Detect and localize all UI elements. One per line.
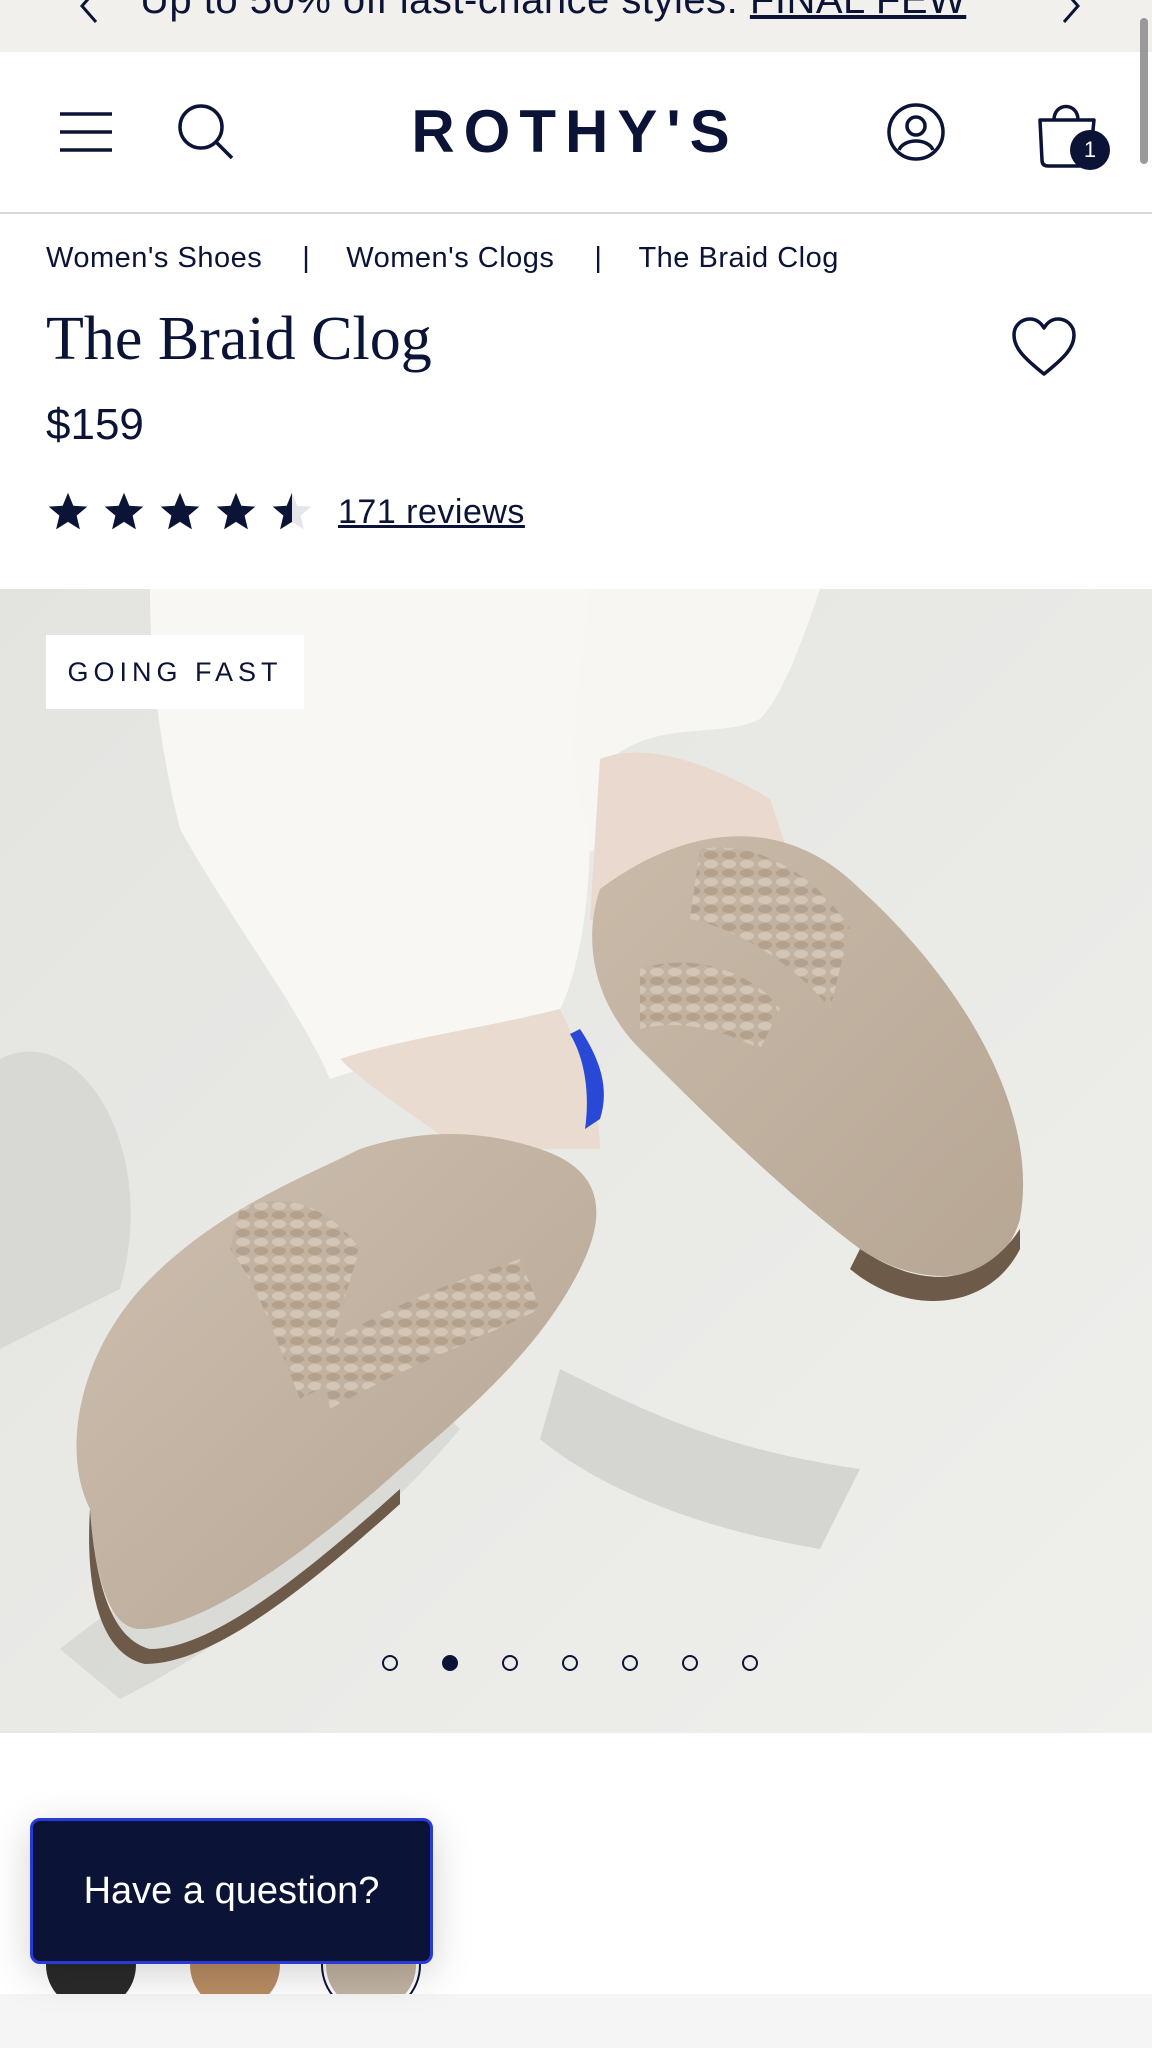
breadcrumb-item-womens-clogs[interactable]: Women's Clogs <box>346 242 554 275</box>
product-image-carousel[interactable]: GOING FAST <box>0 589 1152 1733</box>
star-full-icon <box>216 492 256 530</box>
carousel-dot[interactable] <box>562 1655 578 1671</box>
reviews-link[interactable]: 171 reviews <box>338 493 525 532</box>
hamburger-menu-icon[interactable] <box>56 104 116 160</box>
star-full-icon <box>48 492 88 530</box>
have-a-question-button[interactable]: Have a question? <box>30 1818 433 1964</box>
site-header: ROTHY'S 1 <box>0 52 1152 214</box>
search-icon[interactable] <box>174 100 238 164</box>
star-full-icon <box>104 492 144 530</box>
product-price: $159 <box>46 400 144 449</box>
chevron-left-icon[interactable] <box>70 0 110 26</box>
brand-logo[interactable]: ROTHY'S <box>410 96 740 168</box>
carousel-dot[interactable] <box>622 1655 638 1671</box>
promo-text: Up to 50% off last-chance styles: FINAL … <box>140 0 966 23</box>
carousel-dot-active[interactable] <box>442 1655 458 1671</box>
breadcrumb-item-womens-shoes[interactable]: Women's Shoes <box>46 242 262 275</box>
carousel-dots <box>382 1655 802 1671</box>
scrollbar[interactable] <box>1140 18 1148 164</box>
star-half-icon <box>272 492 312 530</box>
carousel-dot[interactable] <box>502 1655 518 1671</box>
carousel-dot[interactable] <box>742 1655 758 1671</box>
account-icon[interactable] <box>884 100 948 164</box>
breadcrumb-item-current: The Braid Clog <box>638 241 839 274</box>
product-rating[interactable]: 171 reviews <box>46 490 525 534</box>
breadcrumb-separator: | <box>302 241 311 274</box>
chevron-right-icon[interactable] <box>1050 0 1090 26</box>
carousel-dot[interactable] <box>682 1655 698 1671</box>
cart-count-badge: 1 <box>1070 130 1110 170</box>
product-photo <box>0 589 1152 1733</box>
product-title: The Braid Clog <box>46 305 432 373</box>
promo-banner: Up to 50% off last-chance styles: FINAL … <box>0 0 1152 52</box>
wishlist-heart-icon[interactable] <box>1010 316 1078 378</box>
carousel-dot[interactable] <box>382 1655 398 1671</box>
star-full-icon <box>160 492 200 530</box>
promo-link[interactable]: FINAL FEW <box>750 0 966 22</box>
going-fast-badge: GOING FAST <box>46 635 304 709</box>
page-footer-strip <box>0 1994 1152 2048</box>
breadcrumb: Women's Shoes | Women's Clogs | The Brai… <box>46 238 839 278</box>
promo-message: Up to 50% off last-chance styles: <box>140 0 750 22</box>
breadcrumb-separator: | <box>594 241 603 274</box>
